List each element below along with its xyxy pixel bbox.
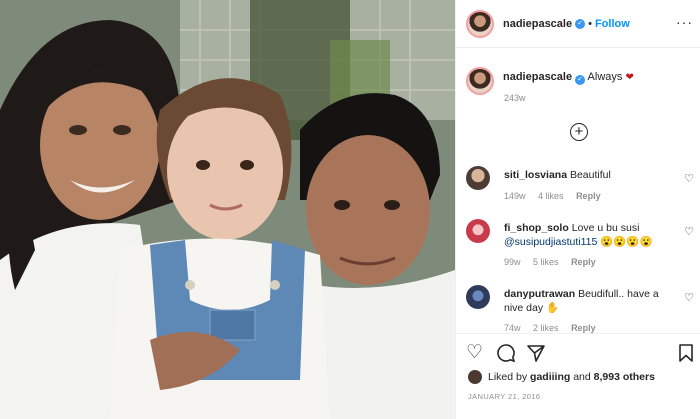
- commenter-username[interactable]: fi_shop_solo: [504, 222, 569, 234]
- comment-text: Love u bu susi: [571, 222, 640, 234]
- comment-time[interactable]: 99w: [504, 257, 521, 267]
- instagram-post-view: nadiepascale ✓ • Follow ··· nadiepascale…: [0, 0, 700, 419]
- comment-heart-icon[interactable]: ♡: [684, 291, 694, 304]
- author-avatar[interactable]: [466, 9, 494, 38]
- comment-item: siti_losviana Beautiful 149w 4 likes Rep…: [466, 166, 696, 206]
- caption-text-line: nadiepascale ✓ Always ❤: [503, 71, 634, 95]
- plus-circle-icon[interactable]: +: [570, 123, 588, 141]
- comment-mention-link[interactable]: @susipudjiastuti115: [504, 236, 597, 248]
- reply-button[interactable]: Reply: [571, 257, 596, 267]
- comment-likes[interactable]: 5 likes: [533, 257, 559, 267]
- post-date[interactable]: JANUARY 21, 2016: [468, 392, 540, 401]
- post-caption: nadiepascale ✓ Always ❤: [466, 67, 634, 95]
- commenter-username[interactable]: danyputrawan: [504, 288, 575, 300]
- liker-username[interactable]: gadiiing: [530, 371, 570, 383]
- comment-item: fi_shop_solo Love u bu susi @susipudjias…: [466, 219, 696, 269]
- comment-time[interactable]: 149w: [504, 191, 526, 201]
- likes-count[interactable]: 8,993 others: [594, 371, 655, 383]
- comment-bubble-icon[interactable]: [496, 343, 516, 367]
- post-header: nadiepascale ✓ • Follow ···: [456, 0, 700, 48]
- post-side-panel: nadiepascale ✓ • Follow ··· nadiepascale…: [455, 0, 700, 419]
- astonished-emoji-icon: 😮😮😮😮: [600, 236, 653, 248]
- comment-meta: 74w 2 likes Reply: [504, 323, 606, 333]
- author-username[interactable]: nadiepascale: [503, 18, 572, 30]
- verified-badge-icon: ✓: [575, 75, 586, 85]
- comment-time[interactable]: 74w: [504, 323, 521, 333]
- comment-body: danyputrawan Beudifull.. have a nive day…: [504, 287, 672, 315]
- paper-plane-icon[interactable]: [526, 343, 546, 367]
- liker-avatar[interactable]: [468, 370, 482, 384]
- comment-heart-icon[interactable]: ♡: [684, 172, 694, 185]
- caption-timestamp[interactable]: 243w: [504, 93, 526, 103]
- commenter-avatar[interactable]: [466, 219, 490, 243]
- comment-item: danyputrawan Beudifull.. have a nive day…: [466, 285, 696, 333]
- comment-likes[interactable]: 4 likes: [538, 191, 564, 201]
- caption-author-username[interactable]: nadiepascale: [503, 71, 572, 83]
- comments-section[interactable]: nadiepascale ✓ Always ❤ 243w + siti_losvi…: [456, 49, 700, 333]
- heart-outline-icon[interactable]: ♡: [466, 343, 483, 362]
- commenter-username[interactable]: siti_losviana: [504, 169, 567, 181]
- family-photo-illustration: [0, 0, 455, 419]
- comment-body: siti_losviana Beautiful: [504, 168, 672, 182]
- likes-and: and: [573, 371, 591, 383]
- comment-meta: 99w 5 likes Reply: [504, 257, 606, 267]
- more-options-icon[interactable]: ···: [676, 14, 693, 30]
- likes-prefix: Liked by: [488, 371, 528, 383]
- commenter-avatar[interactable]: [466, 166, 490, 190]
- follow-button[interactable]: Follow: [595, 18, 630, 30]
- caption-author-avatar[interactable]: [466, 67, 494, 95]
- hand-emoji-icon: ✋: [546, 302, 560, 314]
- separator-dot: •: [588, 17, 592, 30]
- commenter-avatar[interactable]: [466, 285, 490, 309]
- red-heart-emoji-icon: ❤: [625, 72, 634, 83]
- caption-text: Always: [587, 71, 623, 83]
- verified-badge-icon: ✓: [575, 18, 586, 29]
- comment-likes[interactable]: 2 likes: [533, 323, 559, 333]
- reply-button[interactable]: Reply: [571, 323, 596, 333]
- post-photo[interactable]: [0, 0, 455, 419]
- comment-body: fi_shop_solo Love u bu susi @susipudjias…: [504, 221, 672, 249]
- reply-button[interactable]: Reply: [576, 191, 601, 201]
- comment-text: Beautiful: [569, 169, 611, 181]
- comment-meta: 149w 4 likes Reply: [504, 191, 611, 201]
- bookmark-icon[interactable]: [678, 343, 694, 367]
- comment-heart-icon[interactable]: ♡: [684, 225, 694, 238]
- likes-summary: Liked by gadiiing and 8,993 others: [468, 370, 655, 384]
- post-actions-bar: ♡ Liked by gadiiing and 8,993 others JAN…: [456, 333, 700, 419]
